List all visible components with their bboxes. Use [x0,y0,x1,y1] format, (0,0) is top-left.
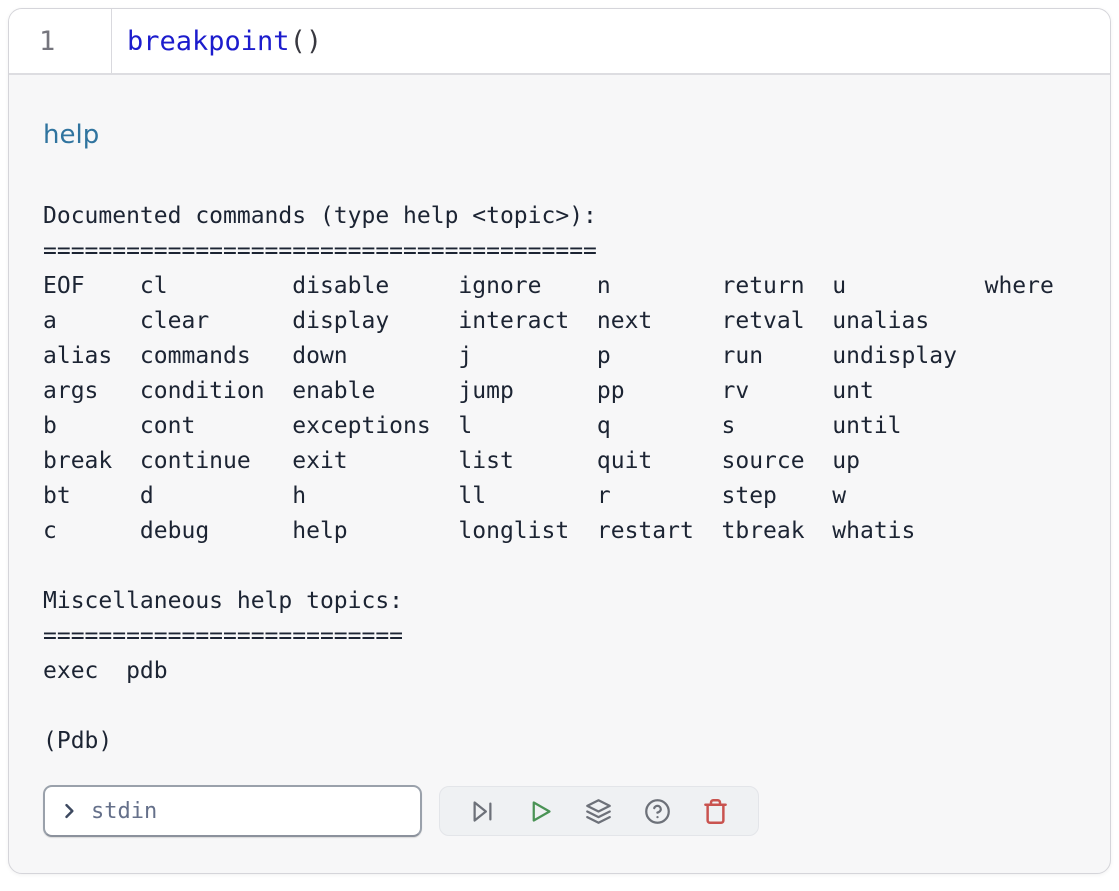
code-editor: 1 breakpoint() [9,9,1110,75]
skip-forward-icon [469,798,496,825]
code-line[interactable]: breakpoint() [112,9,1110,73]
question-circle-icon [644,798,671,825]
layers-icon [585,798,612,825]
line-number-gutter: 1 [9,9,112,73]
clear-button[interactable] [700,796,731,827]
stdin-inputbox[interactable] [43,785,422,837]
stdin-input[interactable] [89,798,408,825]
console-output-area: help Documented commands (type help <top… [9,75,1110,837]
code-parens: () [290,26,323,57]
playground-card: 1 breakpoint() help Documented commands … [8,8,1111,874]
debug-controls-row [43,785,1076,837]
trash-icon [702,798,729,825]
help-button[interactable] [642,796,673,827]
play-icon [527,798,554,825]
line-number: 1 [39,26,55,57]
pdb-help-output: Documented commands (type help <topic>):… [43,199,1076,759]
run-button[interactable] [525,796,556,827]
stack-button[interactable] [583,796,614,827]
code-function-name: breakpoint [127,26,290,57]
chevron-right-icon [59,801,79,821]
debug-toolbar [439,786,759,836]
skip-to-end-button[interactable] [467,796,498,827]
stdin-echo-help: help [43,119,1076,151]
